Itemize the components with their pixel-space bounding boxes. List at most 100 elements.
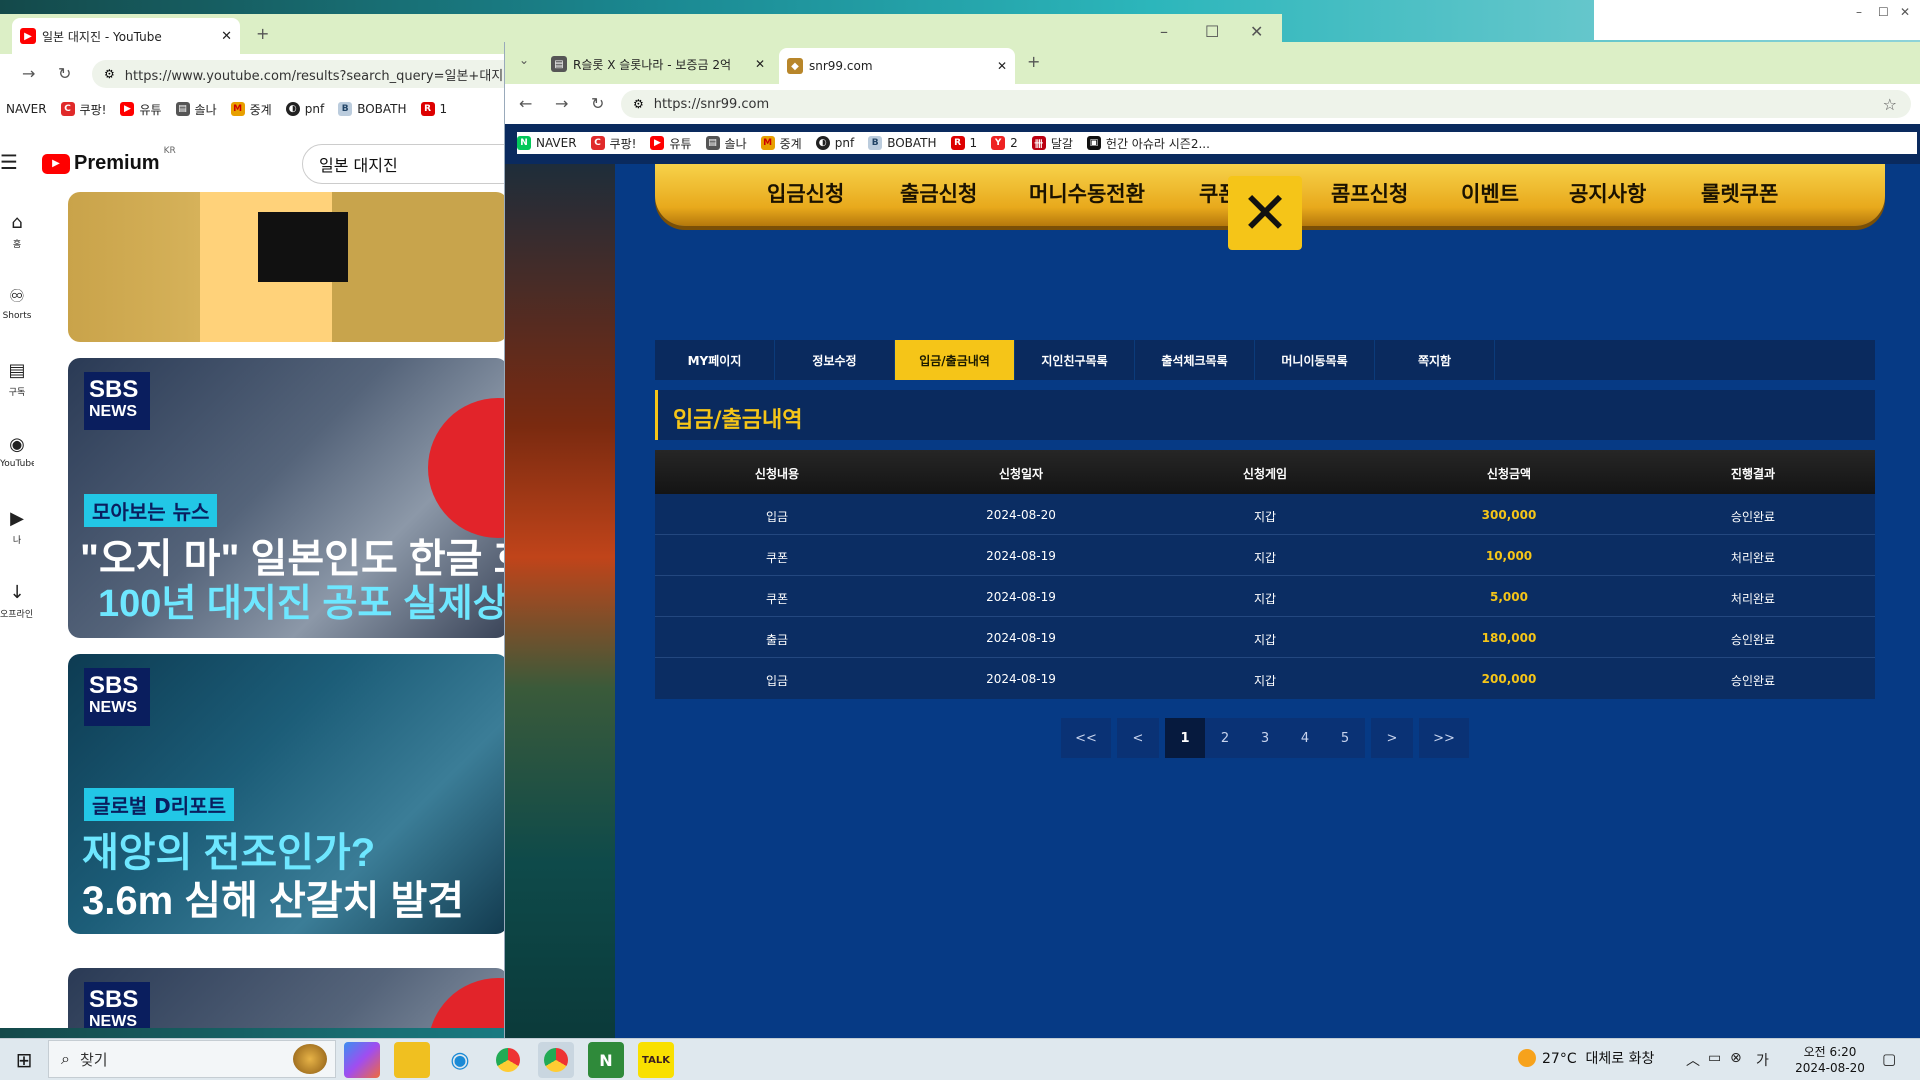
reload-icon[interactable]: ↻ bbox=[591, 96, 604, 112]
bookmark-pnf[interactable]: ◐ pnf bbox=[815, 136, 854, 150]
nav-deposit[interactable]: 입금신청 bbox=[767, 178, 844, 208]
bookmark-r1[interactable]: R1 bbox=[950, 136, 977, 150]
casino-tab-2[interactable]: ◆ snr99.com ✕ bbox=[779, 48, 1015, 84]
casino-address-bar[interactable]: ⚙ https://snr99.com ☆ bbox=[621, 90, 1911, 118]
nav-roulette-coupon[interactable]: 룰렛쿠폰 bbox=[1701, 178, 1778, 208]
bookmark-coupang[interactable]: C 쿠팡! bbox=[590, 135, 636, 152]
bookmark-solna[interactable]: ▤ 솔나 bbox=[175, 101, 217, 118]
subtab-friends[interactable]: 지인친구목록 bbox=[1015, 340, 1135, 380]
page-last-button[interactable]: >> bbox=[1419, 718, 1469, 758]
video-thumbnail-map[interactable] bbox=[68, 192, 508, 342]
youtube-logo[interactable]: ▶ Premium KR bbox=[42, 146, 176, 175]
new-tab-icon[interactable]: + bbox=[256, 26, 269, 42]
bookmark-r1[interactable]: R1 bbox=[420, 102, 447, 116]
tray-chevron-icon[interactable]: ︿ bbox=[1686, 1050, 1700, 1070]
chrome-active-icon[interactable] bbox=[538, 1042, 574, 1078]
bookmark-ashura[interactable]: ▣ 헌간 아슈라 시즌2... bbox=[1086, 135, 1210, 152]
page-next-button[interactable]: > bbox=[1371, 718, 1413, 758]
volume-muted-icon[interactable]: ⊗ bbox=[1730, 1050, 1742, 1066]
site-info-icon[interactable]: ⚙ bbox=[104, 67, 115, 81]
clock[interactable]: 오전 6:20 2024-08-20 bbox=[1790, 1044, 1870, 1076]
back-icon[interactable]: ← bbox=[519, 96, 532, 112]
film-icon: ▤ bbox=[705, 136, 720, 150]
bookmark-bobath[interactable]: B BOBATH bbox=[868, 136, 937, 150]
tab-search-icon[interactable]: ⌄ bbox=[519, 54, 529, 66]
close-window-icon[interactable]: ✕ bbox=[1900, 6, 1910, 18]
close-tab-icon[interactable]: ✕ bbox=[755, 57, 765, 71]
taskbar-search[interactable]: ⌕ 찾기 bbox=[48, 1040, 336, 1078]
subtab-money-move[interactable]: 머니이동목록 bbox=[1255, 340, 1375, 380]
page-4-button[interactable]: 4 bbox=[1285, 718, 1325, 758]
bookmark-star-icon[interactable]: ☆ bbox=[1883, 95, 1897, 114]
cell-game: 지갑 bbox=[1253, 592, 1277, 606]
tv-icon: ▣ bbox=[1086, 136, 1101, 150]
new-tab-icon[interactable]: + bbox=[1027, 54, 1040, 70]
nav-event[interactable]: 이벤트 bbox=[1461, 178, 1519, 208]
bookmark-dalgal[interactable]: 卌 달갈 bbox=[1031, 135, 1073, 152]
reload-icon[interactable]: ↻ bbox=[58, 66, 71, 82]
close-tab-icon[interactable]: ✕ bbox=[221, 29, 232, 44]
maximize-icon[interactable]: ☐ bbox=[1205, 24, 1219, 40]
edge-icon[interactable]: ◉ bbox=[442, 1042, 478, 1078]
notification-icon[interactable]: ▢ bbox=[1882, 1050, 1896, 1068]
page-5-button[interactable]: 5 bbox=[1325, 718, 1365, 758]
bookmark-pnf[interactable]: ◐ pnf bbox=[285, 102, 324, 116]
minimize-icon[interactable]: – bbox=[1160, 24, 1168, 40]
bookmark-coupang[interactable]: C 쿠팡! bbox=[60, 101, 106, 118]
bobath-icon: B bbox=[338, 102, 353, 116]
forward-icon[interactable]: → bbox=[555, 96, 568, 112]
subtab-attendance[interactable]: 출석체크목록 bbox=[1135, 340, 1255, 380]
kakaotalk-icon[interactable]: TALK bbox=[638, 1042, 674, 1078]
subtab-edit-info[interactable]: 정보수정 bbox=[775, 340, 895, 380]
sidebar-item-subscriptions[interactable]: ▤ 구독 bbox=[0, 360, 34, 398]
site-info-icon[interactable]: ⚙ bbox=[633, 97, 644, 111]
casino-tab-1[interactable]: ▤ R슬롯 X 슬롯나라 - 보증금 2억 ✕ bbox=[543, 48, 773, 80]
nav-comp[interactable]: 콤프신청 bbox=[1331, 178, 1408, 208]
bookmark-bobath[interactable]: B BOBATH bbox=[338, 102, 407, 116]
ime-icon[interactable]: 가 bbox=[1756, 1050, 1769, 1070]
maximize-icon[interactable]: ☐ bbox=[1878, 6, 1889, 18]
subtab-mypage[interactable]: MY페이지 bbox=[655, 340, 775, 380]
close-modal-button[interactable]: ✕ bbox=[1228, 176, 1302, 250]
nav-money-convert[interactable]: 머니수동전환 bbox=[1029, 178, 1145, 208]
subtab-messages[interactable]: 쪽지함 bbox=[1375, 340, 1495, 380]
sidebar-item-you[interactable]: ▶ 나 bbox=[0, 508, 34, 546]
sidebar-item-home[interactable]: ⌂ 홈 bbox=[0, 212, 34, 250]
weather-widget[interactable]: 27°C 대체로 화창 bbox=[1518, 1048, 1654, 1068]
bookmark-youtube[interactable]: ▶ 유튜 bbox=[650, 135, 692, 152]
chrome-icon[interactable] bbox=[490, 1042, 526, 1078]
page-3-button[interactable]: 3 bbox=[1245, 718, 1285, 758]
hamburger-menu-icon[interactable]: ☰ bbox=[0, 150, 18, 174]
line-works-icon[interactable]: N bbox=[588, 1042, 624, 1078]
bookmark-solna[interactable]: ▤ 솔나 bbox=[705, 135, 747, 152]
page-1-button[interactable]: 1 bbox=[1165, 718, 1205, 758]
network-icon[interactable]: ▭ bbox=[1708, 1050, 1721, 1066]
nav-notice[interactable]: 공지사항 bbox=[1569, 178, 1646, 208]
sidebar-item-music[interactable]: ◉YouTube Mu... bbox=[0, 434, 34, 469]
video-thumbnail-2[interactable]: SBS NEWS 글로벌 D리포트 재앙의 전조인가? 3.6m 심해 산갈치 발… bbox=[68, 654, 508, 934]
page-2-button[interactable]: 2 bbox=[1205, 718, 1245, 758]
close-window-icon[interactable]: ✕ bbox=[1250, 24, 1263, 40]
page-prev-button[interactable]: < bbox=[1117, 718, 1159, 758]
bookmark-jungye[interactable]: M 중계 bbox=[230, 101, 272, 118]
bookmark-jungye[interactable]: M 중계 bbox=[760, 135, 802, 152]
sticky-notes-icon[interactable] bbox=[394, 1042, 430, 1078]
page-first-button[interactable]: << bbox=[1061, 718, 1111, 758]
sidebar-item-downloads[interactable]: ↓오프라인 저... bbox=[0, 582, 34, 620]
subtab-transactions[interactable]: 입금/출금내역 bbox=[895, 340, 1015, 380]
forward-icon[interactable]: → bbox=[22, 66, 35, 82]
copilot-icon[interactable] bbox=[344, 1042, 380, 1078]
yt-search-input[interactable]: 일본 대지진 bbox=[319, 152, 398, 176]
start-button[interactable]: ⊞ bbox=[6, 1042, 42, 1078]
video-thumbnail-3[interactable]: SBS NEWS bbox=[68, 968, 508, 1028]
bookmark-naver[interactable]: N NAVER bbox=[517, 136, 577, 150]
sidebar-item-shorts[interactable]: ♾ Shorts bbox=[0, 286, 34, 321]
nav-withdraw[interactable]: 출금신청 bbox=[900, 178, 977, 208]
close-tab-icon[interactable]: ✕ bbox=[997, 59, 1007, 73]
yt-tab[interactable]: ▶ 일본 대지진 - YouTube ✕ bbox=[12, 18, 240, 54]
video-thumbnail-1[interactable]: SBS NEWS 모아보는 뉴스 "오지 마" 일본인도 한글 호 100년 대지… bbox=[68, 358, 508, 638]
bookmark-naver[interactable]: NAVER bbox=[6, 102, 47, 116]
minimize-icon[interactable]: – bbox=[1856, 6, 1862, 18]
bookmark-y2[interactable]: Y2 bbox=[991, 136, 1018, 150]
bookmark-youtube[interactable]: ▶ 유튜 bbox=[120, 101, 162, 118]
